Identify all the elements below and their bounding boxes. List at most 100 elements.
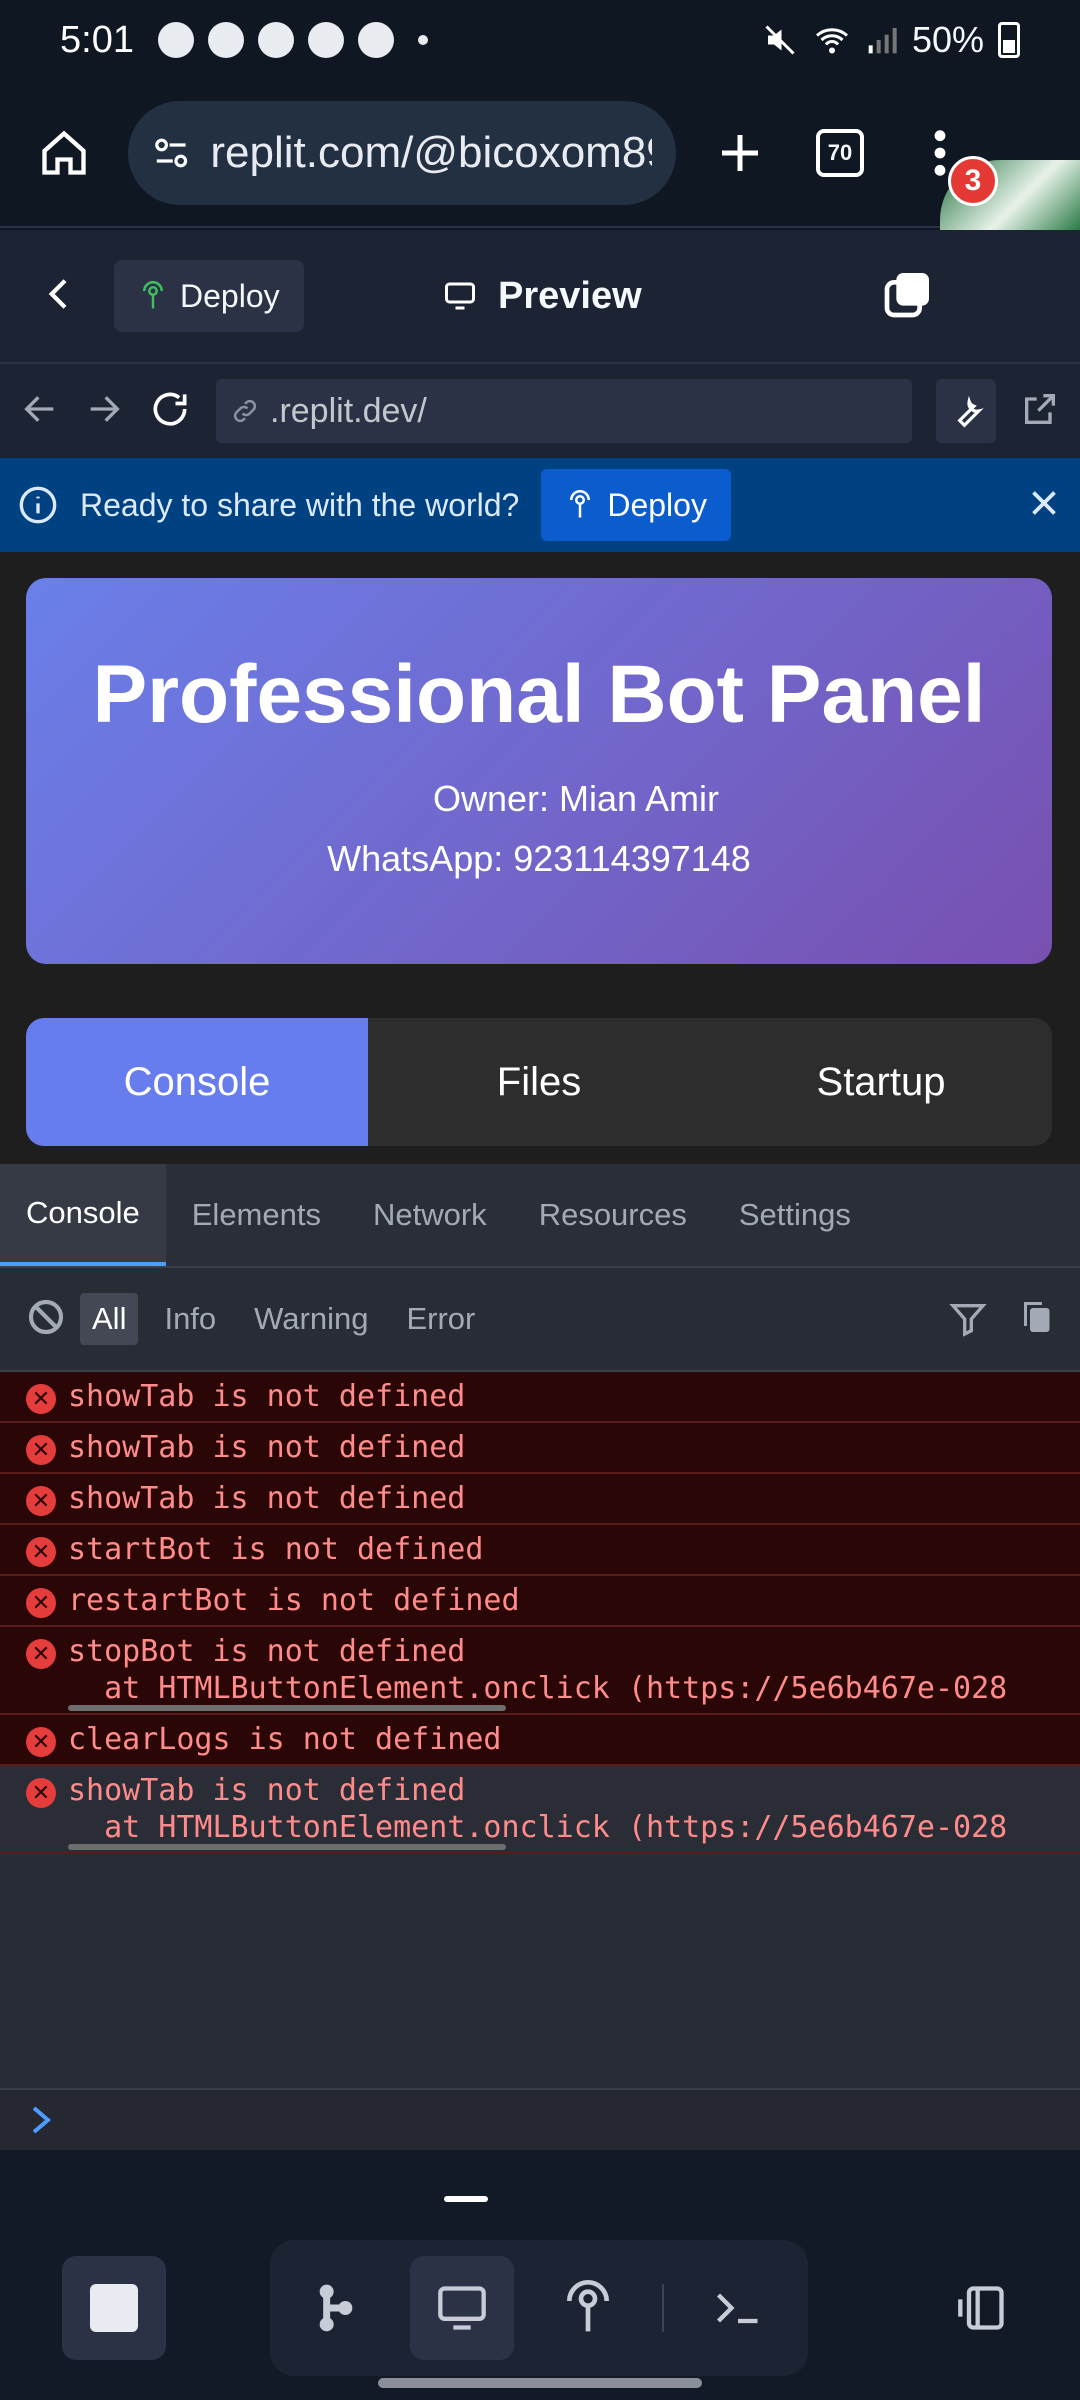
tab-count: 70	[816, 129, 864, 177]
devtools-tab-settings[interactable]: Settings	[713, 1164, 877, 1266]
agent-tool-button[interactable]	[284, 2256, 388, 2360]
log-text: showTab is not defined at HTMLButtonElem…	[68, 1773, 1008, 1845]
tool-group	[270, 2240, 808, 2376]
error-icon: ✕	[26, 1384, 56, 1414]
deploy-icon	[143, 281, 163, 309]
devtools-tab-network[interactable]: Network	[347, 1164, 513, 1266]
chevron-left-icon	[48, 278, 67, 309]
whatsapp-icon	[207, 22, 244, 58]
new-tab-button[interactable]	[704, 117, 776, 189]
panel-tabs: Console Files Startup	[26, 1018, 1052, 1146]
shell-tool-button[interactable]	[686, 2256, 790, 2360]
more-vert-icon	[934, 130, 946, 176]
console-log-entry: ✕ restartBot is not defined	[0, 1576, 1080, 1627]
owner-text: Owner: Mian Amir	[432, 778, 720, 819]
stop-button[interactable]	[62, 2256, 166, 2360]
filter-all[interactable]: All	[80, 1293, 139, 1345]
error-icon: ✕	[26, 1435, 56, 1465]
banner-deploy-button[interactable]: Deploy	[541, 469, 731, 541]
nav-back-button[interactable]	[20, 389, 60, 434]
console-filter-bar: All Info Warning Error	[0, 1268, 1080, 1372]
devtools-button[interactable]	[936, 379, 996, 443]
clear-console-button[interactable]	[26, 1297, 66, 1342]
filter-icon[interactable]	[948, 1299, 988, 1339]
filter-warning[interactable]: Warning	[242, 1293, 380, 1345]
deploy-tool-button[interactable]	[536, 2256, 640, 2360]
whatsapp-text: WhatsApp: 923114397148	[327, 838, 751, 879]
log-text: showTab is not defined	[68, 1481, 466, 1516]
address-bar[interactable]: replit.com/@bicoxom89	[128, 101, 676, 205]
devtools-tab-resources[interactable]: Resources	[513, 1164, 713, 1266]
notification-icons	[157, 22, 428, 58]
horizontal-scrollbar[interactable]	[68, 1705, 506, 1711]
browser-toolbar: replit.com/@bicoxom89 70	[0, 80, 1080, 228]
signal-icon	[868, 28, 897, 54]
log-text: startBot is not defined	[68, 1532, 484, 1567]
console-log-entry: ✕ startBot is not defined	[0, 1525, 1080, 1576]
mute-icon	[765, 25, 795, 55]
error-icon: ✕	[26, 1486, 56, 1516]
horizontal-scrollbar[interactable]	[68, 1844, 506, 1850]
layers-button[interactable]	[880, 266, 936, 327]
copy-icon[interactable]	[1018, 1299, 1054, 1335]
facebook-icon	[357, 22, 394, 58]
log-text: showTab is not defined	[68, 1379, 466, 1414]
plus-icon	[722, 135, 758, 171]
reload-button[interactable]	[148, 387, 192, 436]
status-bar: 5:01 50%	[0, 0, 1080, 80]
block-icon	[28, 1299, 64, 1334]
back-button[interactable]	[40, 274, 80, 319]
webview-address-field[interactable]: .replit.dev/	[216, 379, 912, 443]
sidebar-toggle-button[interactable]	[930, 2256, 1034, 2360]
filter-info[interactable]: Info	[152, 1293, 228, 1345]
reload-icon	[153, 392, 187, 426]
prompt-chevron-icon	[32, 2106, 52, 2134]
console-input[interactable]	[0, 2088, 1080, 2150]
close-icon	[1032, 490, 1056, 515]
stop-icon	[90, 2284, 138, 2332]
monitor-icon	[438, 2286, 486, 2330]
tab-files[interactable]: Files	[368, 1018, 710, 1146]
devtools-panel: Console Elements Network Resources Setti…	[0, 1164, 1080, 2150]
webview-address-text: .replit.dev/	[270, 391, 427, 430]
replit-header: Deploy Preview	[0, 230, 1080, 364]
home-button[interactable]	[28, 117, 100, 189]
monitor-icon	[445, 282, 475, 310]
console-log-entry: ✕ showTab is not defined	[0, 1423, 1080, 1474]
log-text: restartBot is not defined	[68, 1583, 520, 1618]
arrow-left-icon	[24, 395, 54, 422]
terminal-icon	[716, 2293, 758, 2324]
preview-title-label: Preview	[498, 274, 642, 317]
devtools-tab-elements[interactable]: Elements	[166, 1164, 347, 1266]
page-title: Professional Bot Panel	[92, 649, 986, 740]
deploy-chip-button[interactable]: Deploy	[114, 260, 304, 332]
error-icon: ✕	[26, 1727, 56, 1757]
battery-icon	[998, 22, 1020, 58]
deploy-chip-label: Deploy	[180, 277, 280, 314]
log-text: clearLogs is not defined	[68, 1722, 502, 1757]
log-text: showTab is not defined	[68, 1430, 466, 1465]
whatsapp-business-icon	[257, 22, 294, 58]
banner-close-button[interactable]	[1026, 485, 1062, 526]
deploy-icon	[570, 490, 591, 518]
tab-startup[interactable]: Startup	[710, 1018, 1052, 1146]
error-icon: ✕	[26, 1639, 56, 1669]
banner-message: Ready to share with the world?	[80, 486, 520, 523]
webview-navbar: .replit.dev/	[0, 364, 1080, 458]
tab-switcher-button[interactable]: 70	[804, 117, 876, 189]
deploy-icon	[567, 2280, 609, 2332]
filter-error[interactable]: Error	[394, 1293, 487, 1345]
open-new-window-button[interactable]	[1020, 389, 1060, 434]
site-settings-icon[interactable]	[152, 133, 190, 173]
agent-icon	[319, 2284, 353, 2332]
more-notifications-dot	[417, 35, 428, 45]
devtools-tab-console[interactable]: Console	[0, 1164, 166, 1266]
web-page: Professional Bot Panel Owner: Mian Amir …	[0, 552, 1080, 1164]
external-link-icon	[1025, 393, 1055, 424]
chat-head-badge: 3	[948, 156, 998, 206]
nav-forward-button[interactable]	[84, 389, 124, 434]
url-text: replit.com/@bicoxom89	[210, 128, 652, 177]
tab-console[interactable]: Console	[26, 1018, 368, 1146]
gesture-home-indicator[interactable]	[378, 2378, 702, 2388]
preview-tool-button[interactable]	[410, 2256, 514, 2360]
